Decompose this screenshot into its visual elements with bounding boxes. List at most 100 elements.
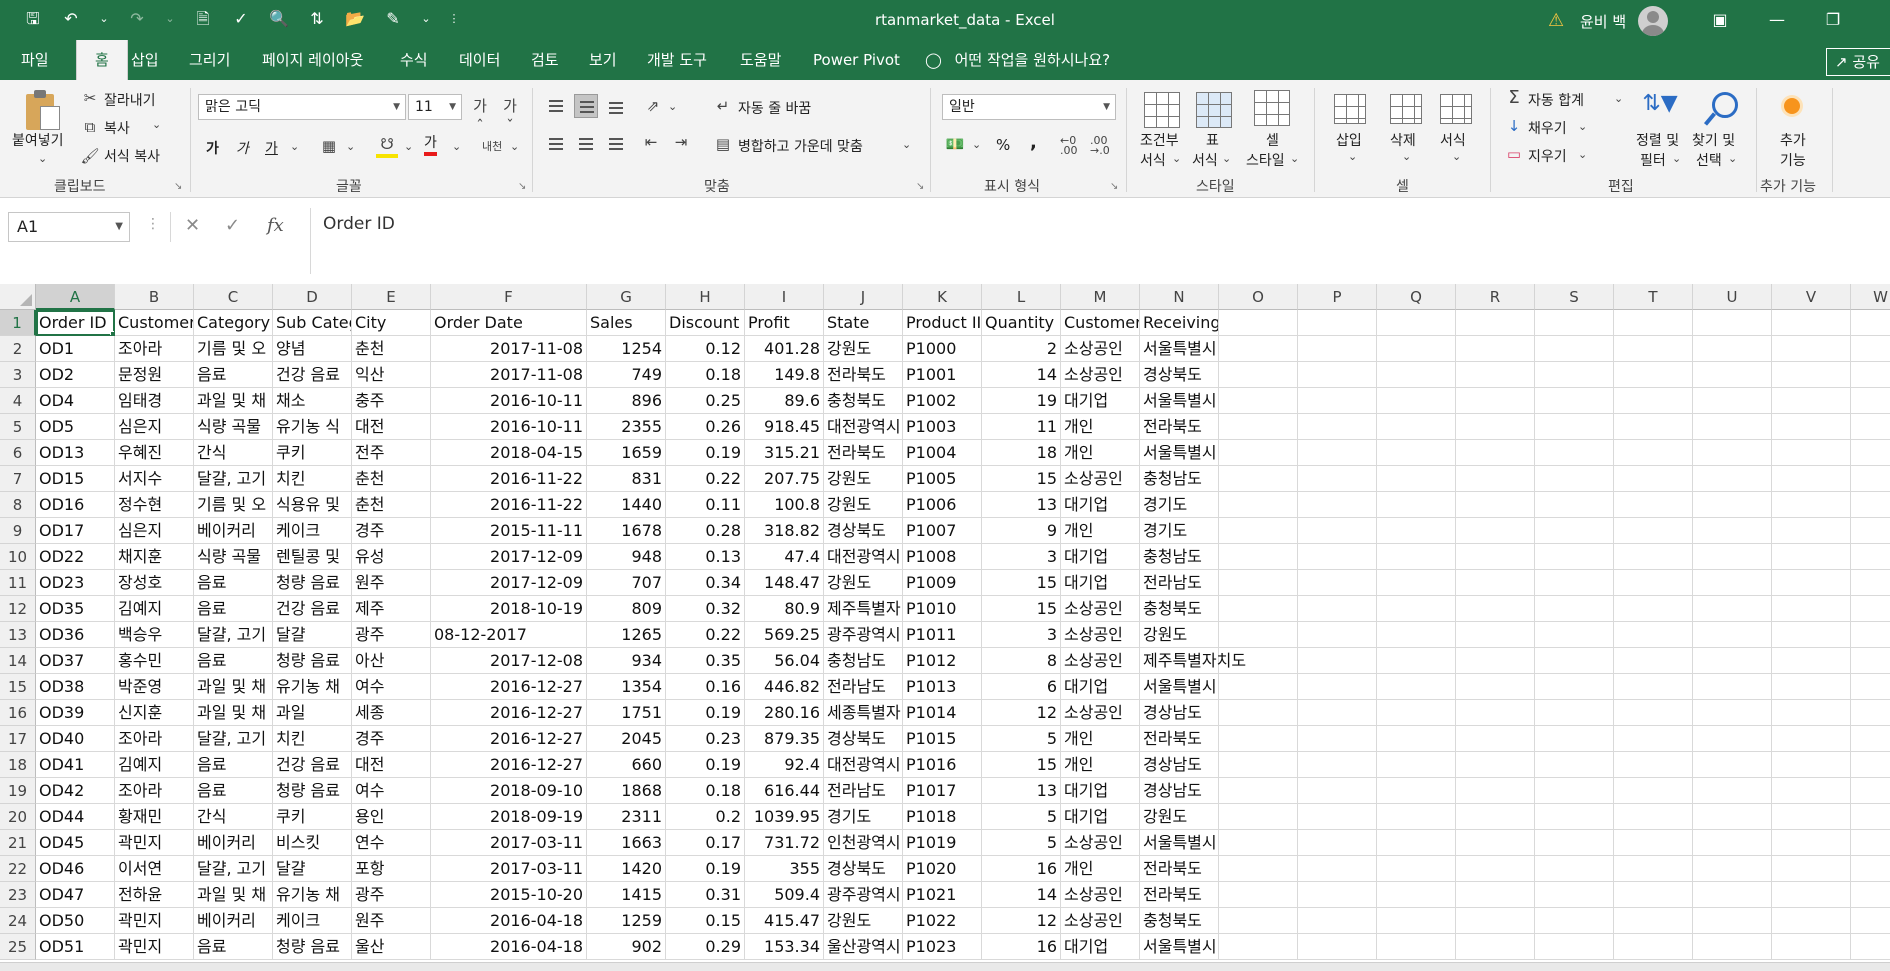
table-cell[interactable]: 치킨	[273, 726, 352, 752]
empty-cell[interactable]	[1456, 440, 1535, 466]
table-cell[interactable]: 16	[982, 934, 1061, 960]
table-cell[interactable]: 2017-12-09	[431, 570, 587, 596]
italic-button[interactable]: 가	[236, 138, 249, 158]
empty-cell[interactable]	[1219, 310, 1298, 336]
fill-button[interactable]: 채우기	[1528, 118, 1567, 138]
empty-cell[interactable]	[1614, 622, 1693, 648]
column-header-o[interactable]: O	[1219, 284, 1298, 310]
delete-cells-icon[interactable]	[1390, 94, 1422, 124]
tab-file[interactable]: 파일	[21, 40, 49, 80]
empty-cell[interactable]	[1219, 440, 1298, 466]
table-cell[interactable]: 베이커리	[194, 908, 273, 934]
table-cell[interactable]: 2016-04-18	[431, 908, 587, 934]
table-cell[interactable]: 879.35	[745, 726, 824, 752]
empty-cell[interactable]	[1772, 518, 1851, 544]
table-cell[interactable]: OD4	[36, 388, 115, 414]
merge-center-icon[interactable]: ▤	[712, 134, 734, 154]
column-header-d[interactable]: D	[273, 284, 352, 310]
borders-dropdown-icon[interactable]: ⌄	[346, 140, 355, 153]
table-cell[interactable]: 세종	[352, 700, 431, 726]
empty-cell[interactable]	[1298, 856, 1377, 882]
empty-cell[interactable]	[1772, 934, 1851, 960]
table-cell[interactable]: 울산광역시	[824, 934, 903, 960]
customize-qat-icon[interactable]: ⋮	[448, 8, 460, 30]
empty-cell[interactable]	[1614, 726, 1693, 752]
empty-cell[interactable]	[1693, 752, 1772, 778]
column-header-b[interactable]: B	[115, 284, 194, 310]
table-cell[interactable]: 유성	[352, 544, 431, 570]
empty-cell[interactable]	[1693, 570, 1772, 596]
table-cell[interactable]: 2016-12-27	[431, 674, 587, 700]
empty-cell[interactable]	[1693, 440, 1772, 466]
empty-cell[interactable]	[1614, 856, 1693, 882]
empty-cell[interactable]	[1456, 596, 1535, 622]
conditional-format-button-line2[interactable]: 서식	[1140, 150, 1166, 170]
empty-cell[interactable]	[1851, 466, 1890, 492]
empty-cell[interactable]	[1377, 778, 1456, 804]
empty-cell[interactable]	[1377, 934, 1456, 960]
empty-cell[interactable]	[1298, 778, 1377, 804]
table-cell[interactable]: 강원도	[824, 492, 903, 518]
empty-cell[interactable]	[1535, 752, 1614, 778]
empty-cell[interactable]	[1456, 856, 1535, 882]
table-cell[interactable]: 2016-12-27	[431, 726, 587, 752]
ribbon-display-options-icon[interactable]: ▣	[1697, 0, 1743, 40]
table-cell[interactable]: 심은지	[115, 518, 194, 544]
empty-cell[interactable]	[1456, 570, 1535, 596]
empty-cell[interactable]	[1535, 726, 1614, 752]
table-cell[interactable]: 심은지	[115, 414, 194, 440]
autosum-button[interactable]: 자동 합계	[1528, 90, 1584, 110]
table-cell[interactable]: 개인	[1061, 440, 1140, 466]
table-cell[interactable]: 음료	[194, 648, 273, 674]
table-cell[interactable]: 2017-12-09	[431, 544, 587, 570]
format-as-table-icon[interactable]	[1196, 92, 1232, 128]
column-header-k[interactable]: K	[903, 284, 982, 310]
table-cell[interactable]: 934	[587, 648, 666, 674]
header-cell[interactable]: State	[824, 310, 903, 336]
table-cell[interactable]: 경주	[352, 518, 431, 544]
tab-view[interactable]: 보기	[589, 40, 617, 80]
find-select-icon[interactable]	[1704, 92, 1738, 124]
table-cell[interactable]: 경상북도	[1140, 362, 1219, 388]
table-cell[interactable]: 서울특별시	[1140, 440, 1219, 466]
empty-cell[interactable]	[1851, 310, 1890, 336]
table-cell[interactable]: P1011	[903, 622, 982, 648]
table-cell[interactable]: 0.15	[666, 908, 745, 934]
table-cell[interactable]: 충청북도	[824, 388, 903, 414]
percent-style-button[interactable]: %	[996, 136, 1010, 154]
table-cell[interactable]: 207.75	[745, 466, 824, 492]
empty-cell[interactable]	[1298, 414, 1377, 440]
table-cell[interactable]: 569.25	[745, 622, 824, 648]
empty-cell[interactable]	[1614, 440, 1693, 466]
table-cell[interactable]: 5	[982, 804, 1061, 830]
empty-cell[interactable]	[1219, 466, 1298, 492]
table-cell[interactable]: 개인	[1061, 518, 1140, 544]
column-header-t[interactable]: T	[1614, 284, 1693, 310]
table-cell[interactable]: 우혜진	[115, 440, 194, 466]
table-cell[interactable]: 2017-03-11	[431, 856, 587, 882]
empty-cell[interactable]	[1535, 570, 1614, 596]
table-cell[interactable]: 2015-11-11	[431, 518, 587, 544]
table-cell[interactable]: 강원도	[824, 908, 903, 934]
add-ins-icon[interactable]	[1784, 98, 1800, 114]
share-button[interactable]: ↗ 공유	[1826, 48, 1890, 76]
table-cell[interactable]: P1023	[903, 934, 982, 960]
table-cell[interactable]: 13	[982, 778, 1061, 804]
fill-color-dropdown-icon[interactable]: ⌄	[420, 8, 432, 30]
table-cell[interactable]: 2017-11-08	[431, 362, 587, 388]
empty-cell[interactable]	[1772, 310, 1851, 336]
format-as-table-dropdown-icon[interactable]: ⌄	[1222, 152, 1231, 165]
table-cell[interactable]: 청량 음료	[273, 778, 352, 804]
table-cell[interactable]: 곽민지	[115, 908, 194, 934]
column-header-j[interactable]: J	[824, 284, 903, 310]
header-cell[interactable]: Profit	[745, 310, 824, 336]
empty-cell[interactable]	[1298, 466, 1377, 492]
empty-cell[interactable]	[1219, 830, 1298, 856]
table-cell[interactable]: 춘천	[352, 466, 431, 492]
table-cell[interactable]: 0.29	[666, 934, 745, 960]
sort-icon[interactable]: ⇅	[306, 8, 328, 30]
empty-cell[interactable]	[1614, 908, 1693, 934]
table-cell[interactable]: 92.4	[745, 752, 824, 778]
merge-dropdown-icon[interactable]: ⌄	[902, 138, 911, 151]
table-cell[interactable]: OD40	[36, 726, 115, 752]
